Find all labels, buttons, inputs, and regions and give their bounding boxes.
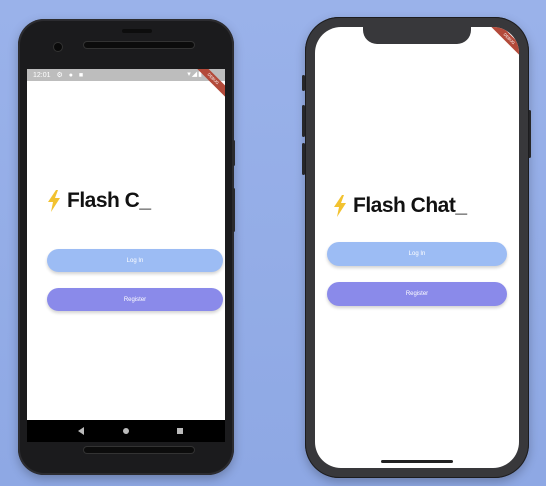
triangle-back-icon[interactable] (78, 427, 84, 435)
app-title: Flash C_ (67, 189, 151, 212)
app-brand: Flash C_ (47, 189, 151, 213)
earpiece-speaker (84, 42, 194, 48)
proximity-sensor (122, 29, 152, 33)
android-screen: 12:01 ⚙ ● ■ ▾◢▮ DEBUG Flash C_ Log In Re… (27, 69, 225, 420)
iphone-device: DEBUG Flash Chat_ Log In Register (305, 17, 529, 478)
home-indicator[interactable] (381, 460, 453, 463)
android-device: 12:01 ⚙ ● ■ ▾◢▮ DEBUG Flash C_ Log In Re… (18, 19, 234, 475)
status-time: 12:01 (33, 71, 51, 79)
android-power-button (232, 140, 235, 166)
app-title: Flash Chat_ (353, 194, 467, 217)
front-camera (54, 43, 62, 51)
bottom-speaker (84, 447, 194, 453)
status-notification-icons: ⚙ ● ■ (56, 72, 86, 79)
iphone-notch (363, 27, 471, 44)
register-button[interactable]: Register (327, 282, 507, 306)
square-recent-icon[interactable] (177, 428, 183, 434)
navigation-bar (27, 420, 225, 442)
lightning-bolt-icon (334, 195, 346, 217)
circle-home-icon[interactable] (123, 428, 129, 434)
register-button[interactable]: Register (47, 288, 223, 311)
login-button[interactable]: Log In (327, 242, 507, 266)
iphone-screen: DEBUG Flash Chat_ Log In Register (315, 27, 519, 468)
status-bar: 12:01 ⚙ ● ■ ▾◢▮ (27, 69, 225, 81)
android-volume-button (232, 188, 235, 232)
lightning-bolt-icon (48, 190, 60, 212)
app-brand: Flash Chat_ (333, 194, 467, 218)
debug-banner: DEBUG (487, 27, 519, 61)
login-button[interactable]: Log In (47, 249, 223, 272)
